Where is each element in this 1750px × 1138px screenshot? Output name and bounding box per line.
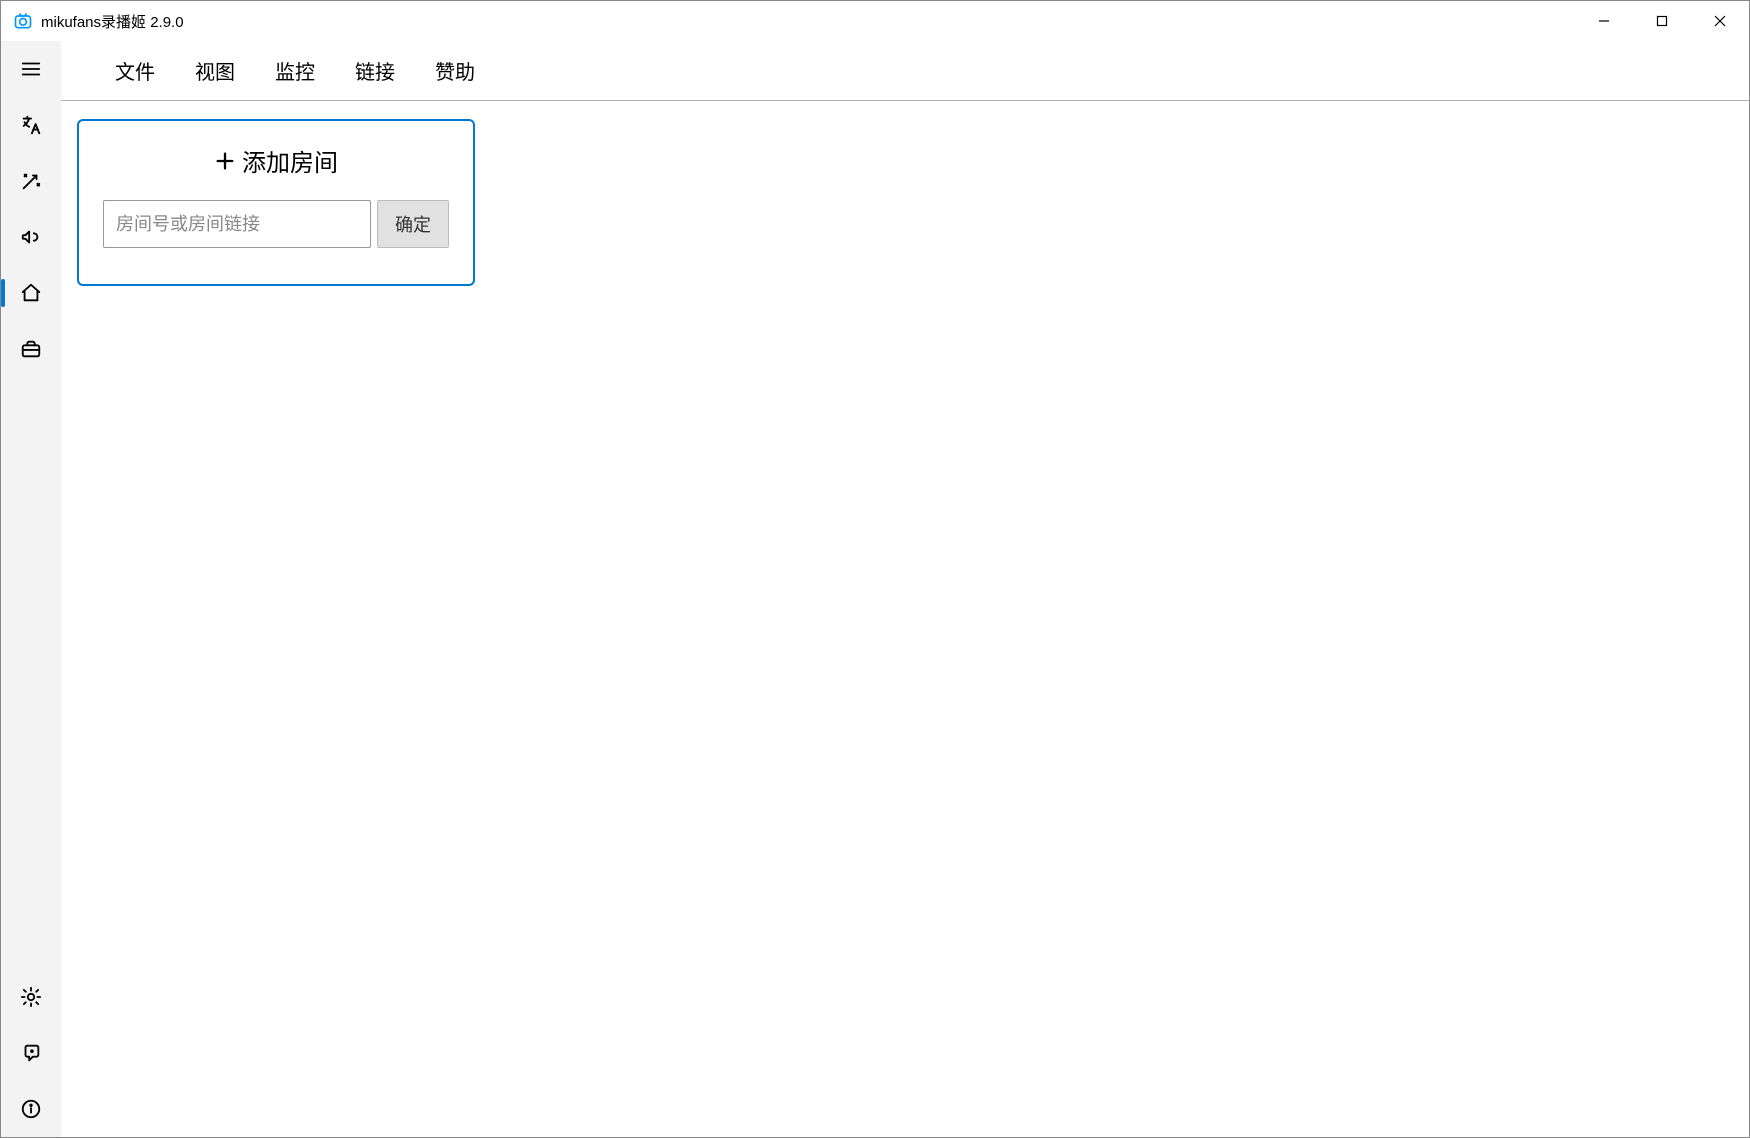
sidebar-top	[1, 41, 61, 377]
sidebar-item-info[interactable]	[1, 1081, 61, 1137]
sparkle-icon	[19, 169, 43, 193]
info-icon	[19, 1097, 43, 1121]
sidebar-item-feedback[interactable]	[1, 1025, 61, 1081]
hamburger-icon	[19, 57, 43, 81]
titlebar-left: mikufans录播姬 2.9.0	[13, 11, 184, 32]
menu-item-view[interactable]: 视图	[195, 56, 235, 85]
app-icon	[13, 11, 33, 31]
add-room-input-row: 确定	[103, 200, 449, 248]
sidebar-item-settings[interactable]	[1, 969, 61, 1025]
gear-icon	[19, 985, 43, 1009]
megaphone-icon	[19, 225, 43, 249]
main: 文件 视图 监控 链接 赞助 添加房间 确定	[61, 41, 1749, 1137]
sidebar-item-language[interactable]	[1, 97, 61, 153]
menu-item-sponsor[interactable]: 赞助	[435, 56, 475, 85]
sidebar-bottom	[1, 969, 61, 1137]
close-button[interactable]	[1691, 1, 1749, 41]
add-room-title-text: 添加房间	[242, 143, 338, 178]
menu-item-monitor[interactable]: 监控	[275, 56, 315, 85]
window-controls	[1575, 1, 1749, 41]
toolbox-icon	[19, 337, 43, 361]
minimize-button[interactable]	[1575, 1, 1633, 41]
maximize-button[interactable]	[1633, 1, 1691, 41]
sidebar-item-announce[interactable]	[1, 209, 61, 265]
content-area: 添加房间 确定	[61, 101, 1749, 1137]
confirm-button[interactable]: 确定	[377, 200, 449, 248]
add-room-card: 添加房间 确定	[77, 119, 475, 286]
sidebar-item-toolbox[interactable]	[1, 321, 61, 377]
titlebar: mikufans录播姬 2.9.0	[1, 1, 1749, 41]
translate-icon	[19, 113, 43, 137]
window-title: mikufans录播姬 2.9.0	[41, 11, 184, 32]
menu-item-link[interactable]: 链接	[355, 56, 395, 85]
sidebar-item-menu[interactable]	[1, 41, 61, 97]
sidebar-item-home[interactable]	[1, 265, 61, 321]
sidebar	[1, 41, 61, 1137]
sidebar-item-effects[interactable]	[1, 153, 61, 209]
feedback-icon	[19, 1041, 43, 1065]
plus-icon	[214, 150, 236, 172]
menubar: 文件 视图 监控 链接 赞助	[61, 41, 1749, 101]
menu-item-file[interactable]: 文件	[115, 56, 155, 85]
room-input[interactable]	[103, 200, 371, 248]
add-room-title: 添加房间	[103, 143, 449, 178]
body: 文件 视图 监控 链接 赞助 添加房间 确定	[1, 41, 1749, 1137]
home-icon	[19, 281, 43, 305]
